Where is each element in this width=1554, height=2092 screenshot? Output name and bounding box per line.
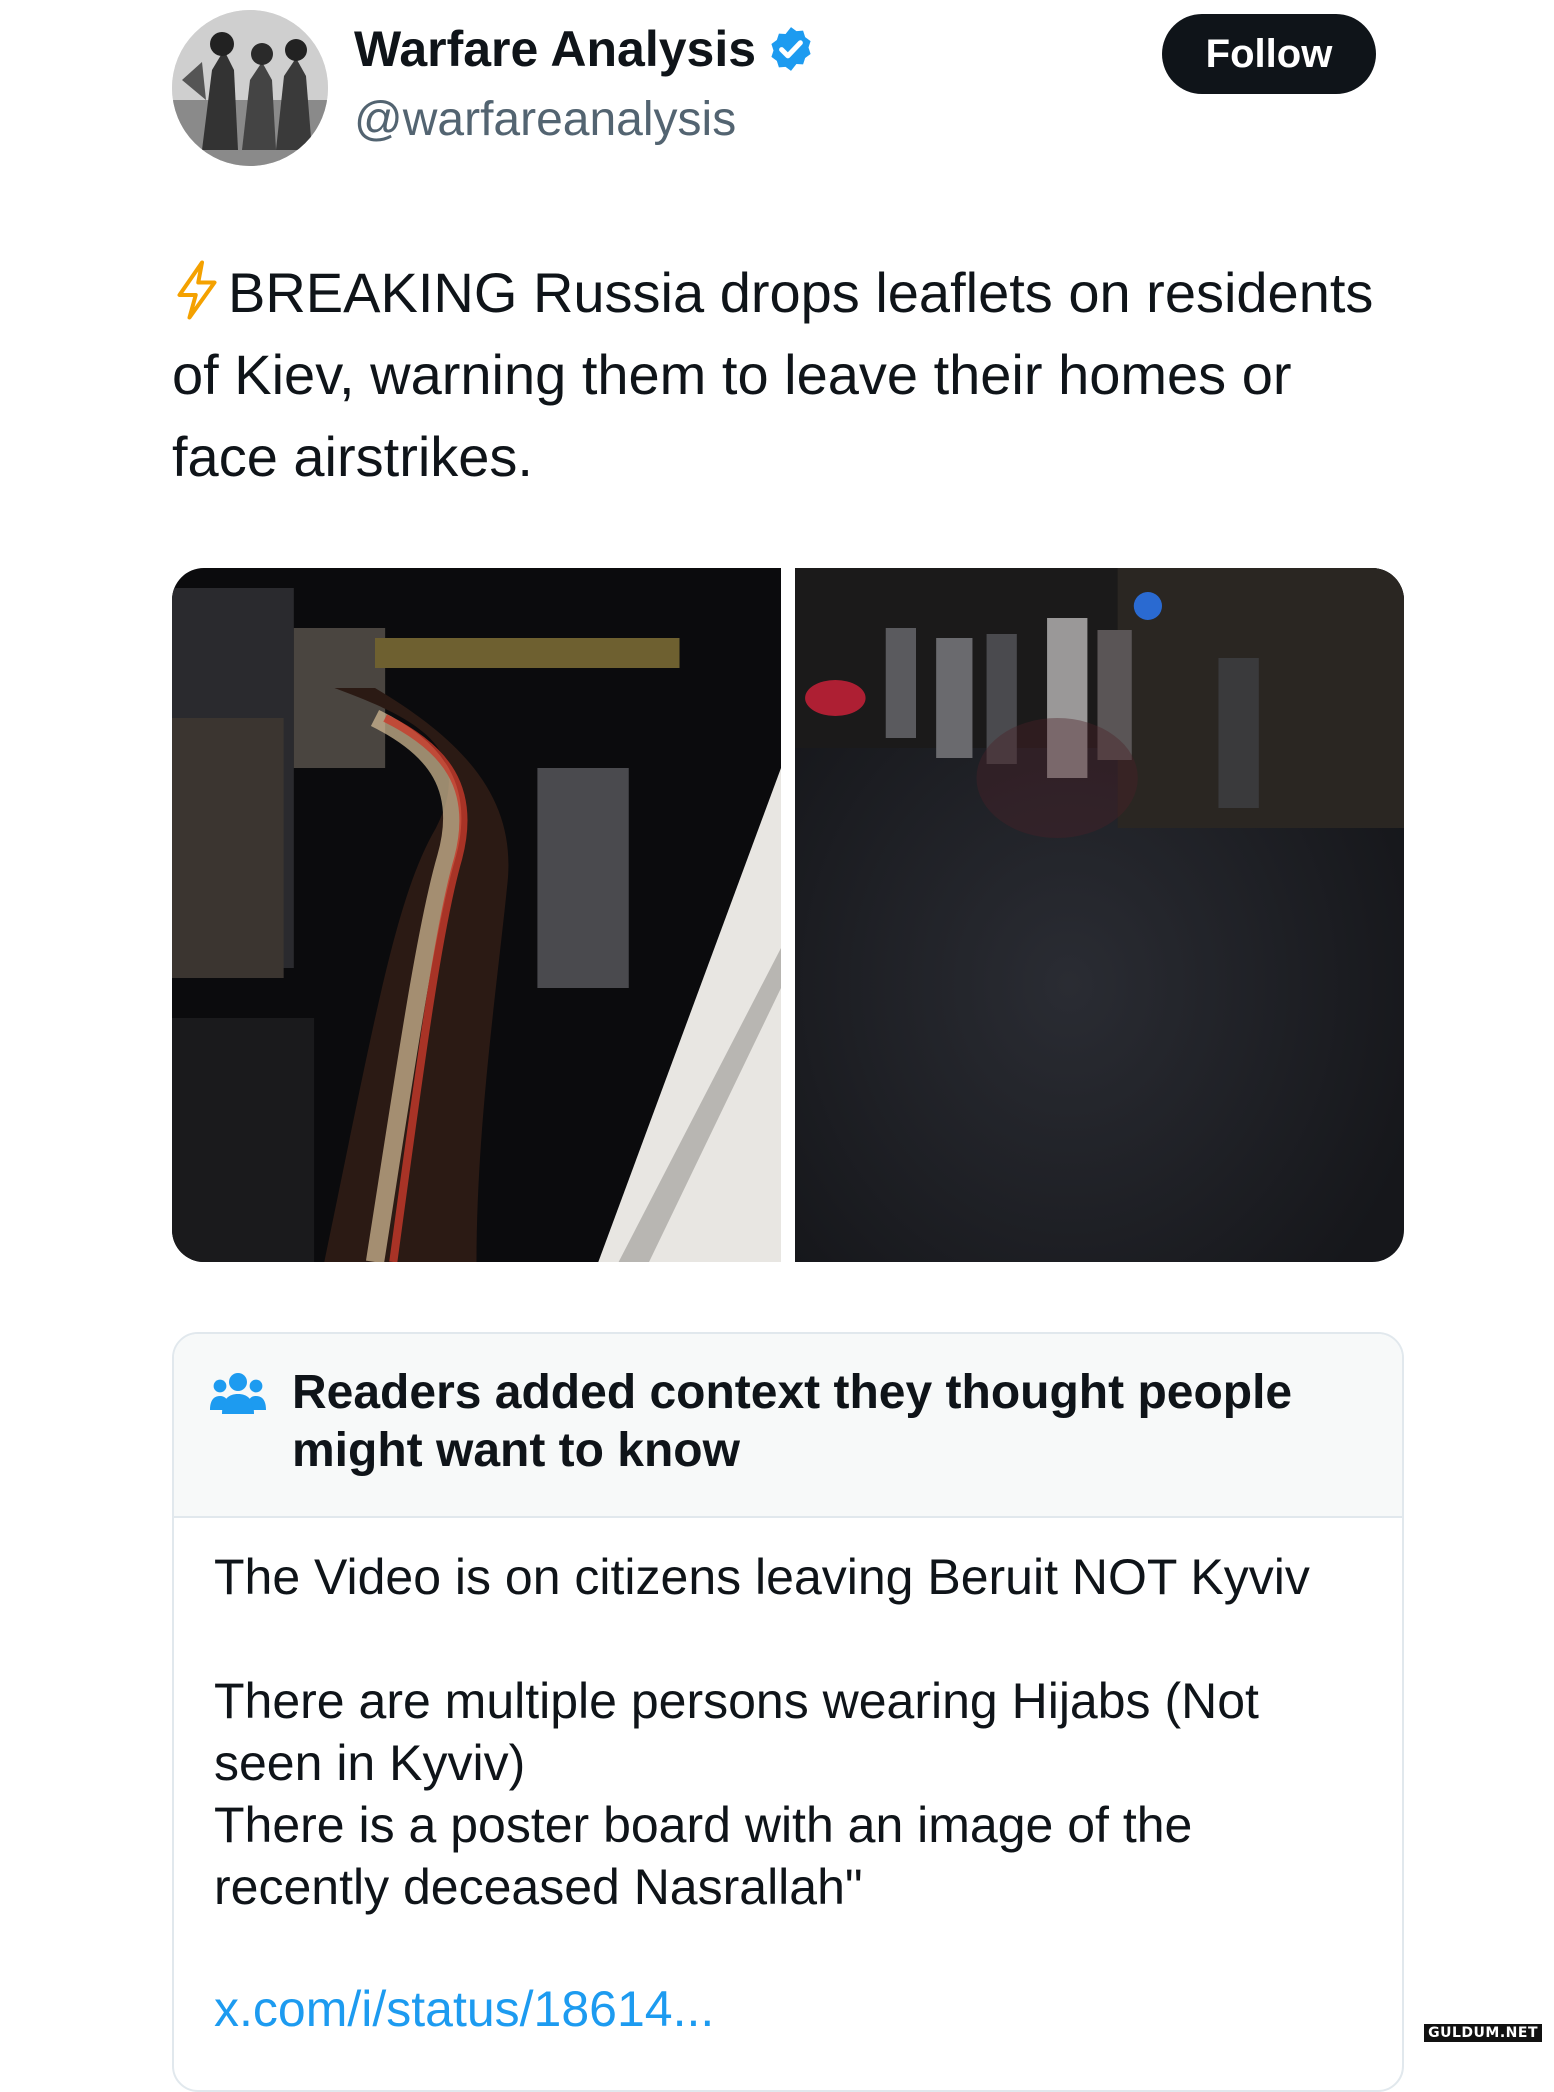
community-note-body: The Video is on citizens leaving Beruit … xyxy=(174,1518,1402,2040)
follow-button[interactable]: Follow xyxy=(1162,14,1376,94)
tweet-text: BREAKING Russia drops leaflets on reside… xyxy=(172,252,1402,498)
verified-badge-icon xyxy=(771,27,811,71)
tweet-body: BREAKING Russia drops leaflets on reside… xyxy=(172,261,1374,488)
note-line-3: There is a poster board with an image of… xyxy=(214,1797,1193,1915)
media-grid xyxy=(172,568,1404,1262)
user-handle[interactable]: @warfareanalysis xyxy=(354,96,736,144)
note-line-1: The Video is on citizens leaving Beruit … xyxy=(214,1549,1310,1605)
people-icon xyxy=(210,1373,266,1414)
note-line-2: There are multiple persons wearing Hijab… xyxy=(214,1673,1259,1791)
photo-traffic-aerial[interactable] xyxy=(172,568,781,1262)
note-source-link[interactable]: x.com/i/status/18614... xyxy=(214,1978,1362,2040)
photo-people-night[interactable] xyxy=(795,568,1404,1262)
community-note-header: Readers added context they thought peopl… xyxy=(174,1334,1402,1518)
display-name-text[interactable]: Warfare Analysis xyxy=(354,24,756,74)
community-note: Readers added context they thought peopl… xyxy=(172,1332,1404,2092)
community-note-title: Readers added context they thought peopl… xyxy=(292,1366,1293,1477)
high-voltage-icon xyxy=(177,260,217,320)
display-name[interactable]: Warfare Analysis xyxy=(354,24,816,74)
avatar[interactable] xyxy=(172,10,328,166)
watermark-logo: GULDUM.NET xyxy=(1424,2024,1542,2042)
